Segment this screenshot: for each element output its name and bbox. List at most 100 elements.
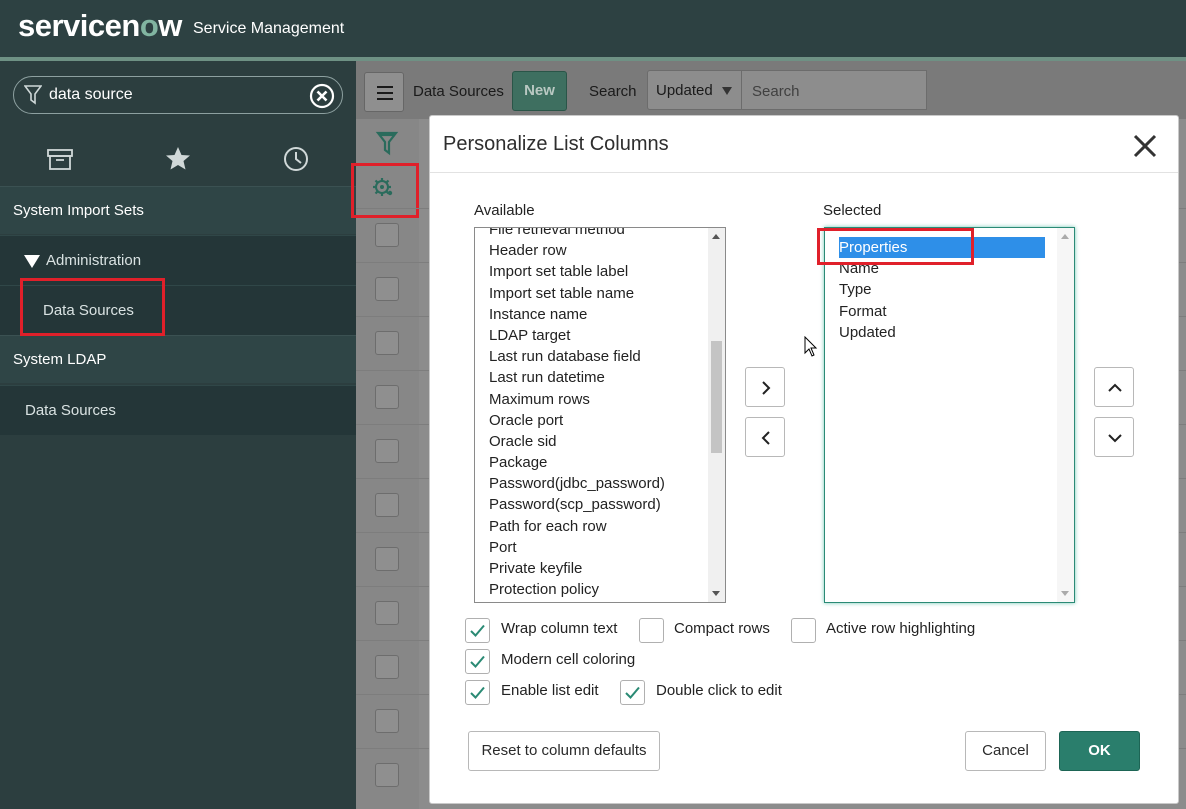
scroll-up-icon[interactable] (1061, 234, 1069, 239)
nav-section-system-ldap[interactable]: System LDAP (0, 335, 356, 383)
search-field-select[interactable]: Updated (647, 70, 742, 110)
list-item[interactable]: Path for each row (489, 516, 665, 537)
scroll-up-icon[interactable] (712, 234, 720, 239)
reset-to-column-defaults-button[interactable]: Reset to column defaults (468, 731, 660, 771)
enable-list-edit-label: Enable list edit (501, 682, 599, 699)
servicenow-logo[interactable]: servicenow (18, 8, 182, 44)
search-label: Search (589, 83, 637, 100)
chevron-up-icon (1108, 383, 1122, 392)
list-item[interactable]: Last run datetime (489, 367, 665, 388)
row-checkbox[interactable] (375, 223, 399, 247)
row-checkbox[interactable] (375, 277, 399, 301)
list-item[interactable]: Private keyfile (489, 558, 665, 579)
scroll-down-icon[interactable] (1061, 591, 1069, 596)
remove-column-button[interactable] (745, 417, 785, 457)
list-item[interactable]: Format (839, 301, 1045, 322)
list-context-menu-button[interactable] (364, 72, 404, 112)
list-item[interactable]: Import set table label (489, 261, 665, 282)
list-item[interactable]: Oracle port (489, 410, 665, 431)
active-row-highlighting-checkbox[interactable] (791, 618, 816, 643)
list-item[interactable]: Package (489, 452, 665, 473)
row-checkbox[interactable] (375, 655, 399, 679)
chevron-down-icon (1108, 434, 1122, 443)
list-item[interactable]: File retrieval method (489, 228, 665, 240)
dialog-header: Personalize List Columns (430, 116, 1178, 173)
top-header: servicenow Service Management (0, 0, 1186, 57)
history-clock-icon[interactable] (281, 144, 311, 174)
modern-cell-coloring-checkbox[interactable] (465, 649, 490, 674)
list-item[interactable]: Oracle sid (489, 431, 665, 452)
list-item[interactable]: Password(jdbc_password) (489, 473, 665, 494)
list-item[interactable]: Password(scp_password) (489, 494, 665, 515)
row-checkbox[interactable] (375, 601, 399, 625)
favorites-star-icon[interactable] (163, 144, 193, 174)
checkmark-icon (470, 655, 485, 668)
wrap-column-text-checkbox[interactable] (465, 618, 490, 643)
selected-scrollbar[interactable] (1057, 228, 1074, 602)
row-checkbox[interactable] (375, 385, 399, 409)
list-item[interactable]: Type (839, 279, 1045, 300)
all-applications-icon[interactable] (45, 144, 75, 174)
navigator-tabs (0, 136, 356, 186)
highlight-box-properties (817, 228, 974, 265)
available-label: Available (474, 202, 535, 219)
mouse-cursor-icon (804, 336, 818, 357)
active-row-highlighting-label: Active row highlighting (826, 620, 976, 637)
highlight-box-data-sources (20, 278, 165, 336)
close-icon[interactable] (1129, 130, 1161, 162)
row-checkbox[interactable] (375, 493, 399, 517)
checkmark-icon (625, 686, 640, 699)
list-item[interactable]: LDAP target (489, 325, 665, 346)
row-checkbox[interactable] (375, 439, 399, 463)
cancel-button[interactable]: Cancel (965, 731, 1046, 771)
modern-cell-coloring-label: Modern cell coloring (501, 651, 636, 668)
scroll-down-icon[interactable] (712, 591, 720, 596)
available-columns-list[interactable]: File retrieval method Header row Import … (474, 227, 726, 603)
navigator-filter-input[interactable] (49, 84, 299, 106)
list-item[interactable]: Protection policy (489, 579, 665, 600)
clear-filter-icon[interactable] (309, 83, 335, 109)
expand-triangle-icon (24, 255, 40, 268)
move-down-button[interactable] (1094, 417, 1134, 457)
scrollbar-thumb[interactable] (711, 341, 722, 453)
chevron-right-icon (762, 381, 771, 395)
checkmark-icon (470, 624, 485, 637)
row-checkbox[interactable] (375, 331, 399, 355)
list-item[interactable]: Port (489, 537, 665, 558)
list-title: Data Sources (413, 83, 504, 100)
compact-rows-label: Compact rows (674, 620, 770, 637)
chevron-down-icon (722, 87, 732, 95)
chevron-left-icon (761, 431, 770, 445)
available-scrollbar[interactable] (708, 228, 725, 602)
dialog-title: Personalize List Columns (443, 133, 669, 155)
add-column-button[interactable] (745, 367, 785, 407)
selected-columns-list[interactable]: Properties Name Type Format Updated (824, 227, 1075, 603)
double-click-to-edit-label: Double click to edit (656, 682, 782, 699)
list-search-input[interactable] (752, 80, 912, 102)
list-item[interactable]: Updated (839, 322, 1045, 343)
list-item[interactable]: Header row (489, 240, 665, 261)
compact-rows-checkbox[interactable] (639, 618, 664, 643)
row-checkbox[interactable] (375, 763, 399, 787)
nav-section-system-import-sets[interactable]: System Import Sets (0, 186, 356, 234)
list-item[interactable]: Import set table name (489, 283, 665, 304)
move-up-button[interactable] (1094, 367, 1134, 407)
enable-list-edit-checkbox[interactable] (465, 680, 490, 705)
list-item[interactable]: Maximum rows (489, 389, 665, 410)
application-navigator (0, 61, 356, 809)
checkmark-icon (470, 686, 485, 699)
wrap-column-text-label: Wrap column text (501, 620, 618, 637)
row-checkbox[interactable] (375, 547, 399, 571)
navigator-filter (13, 76, 343, 114)
row-checkbox[interactable] (375, 709, 399, 733)
list-search-box (741, 70, 927, 110)
list-item[interactable]: Last run database field (489, 346, 665, 367)
ok-button[interactable]: OK (1059, 731, 1140, 771)
list-item[interactable]: Instance name (489, 304, 665, 325)
nav-item-ldap-data-sources[interactable]: Data Sources (0, 385, 356, 435)
double-click-to-edit-checkbox[interactable] (620, 680, 645, 705)
app-name: Service Management (193, 20, 345, 37)
new-record-button[interactable]: New (512, 71, 567, 111)
selected-label: Selected (823, 202, 882, 219)
personalize-list-columns-dialog: Personalize List Columns Available Selec… (429, 115, 1179, 804)
